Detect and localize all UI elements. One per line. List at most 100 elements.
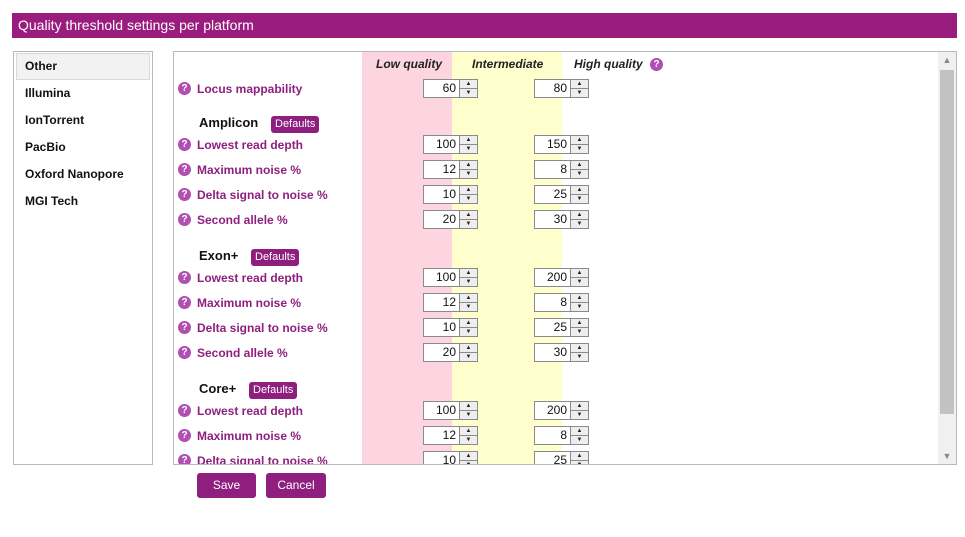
triangle-down-icon[interactable]: ▼ (571, 89, 588, 97)
spinner-arrows[interactable]: ▲ ▼ (571, 426, 589, 445)
triangle-down-icon[interactable]: ▼ (571, 170, 588, 178)
triangle-down-icon[interactable]: ▼ (571, 328, 588, 336)
question-circle-icon[interactable]: ? (178, 454, 191, 464)
platform-item-pacbio[interactable]: PacBio (14, 134, 152, 161)
low-quality-spinner-value[interactable]: 20 (423, 343, 460, 362)
triangle-up-icon[interactable]: ▲ (460, 344, 477, 353)
triangle-down-icon[interactable]: ▼ (571, 303, 588, 311)
triangle-up-icon[interactable]: ▲ (571, 427, 588, 436)
high-quality-spinner[interactable]: 30 ▲ ▼ (534, 210, 589, 229)
triangle-up-icon[interactable]: ▲ (460, 186, 477, 195)
spinner-arrows[interactable]: ▲ ▼ (571, 185, 589, 204)
vertical-scrollbar[interactable]: ▲ ▼ (938, 52, 956, 464)
triangle-up-icon[interactable]: ▲ (571, 136, 588, 145)
cancel-button[interactable]: Cancel (266, 473, 326, 498)
question-circle-icon[interactable]: ? (178, 82, 191, 95)
low-quality-spinner[interactable]: 10 ▲ ▼ (423, 318, 478, 337)
triangle-up-icon[interactable]: ▲ (460, 294, 477, 303)
triangle-down-icon[interactable]: ▼ (460, 328, 477, 336)
spinner-arrows[interactable]: ▲ ▼ (571, 160, 589, 179)
triangle-up-icon[interactable]: ▲ (460, 402, 477, 411)
low-quality-spinner-value[interactable]: 12 (423, 160, 460, 179)
triangle-down-icon[interactable]: ▼ (571, 436, 588, 444)
spinner-arrows[interactable]: ▲ ▼ (571, 135, 589, 154)
high-quality-spinner[interactable]: 8 ▲ ▼ (534, 293, 589, 312)
spinner-arrows[interactable]: ▲ ▼ (460, 185, 478, 204)
low-quality-spinner[interactable]: 12 ▲ ▼ (423, 160, 478, 179)
question-circle-icon[interactable]: ? (178, 138, 191, 151)
triangle-down-icon[interactable]: ▼ (571, 461, 588, 464)
high-quality-spinner-value[interactable]: 8 (534, 160, 571, 179)
high-quality-spinner[interactable]: 8 ▲ ▼ (534, 426, 589, 445)
scroll-down-icon[interactable]: ▼ (938, 448, 956, 464)
low-quality-spinner[interactable]: 20 ▲ ▼ (423, 343, 478, 362)
triangle-down-icon[interactable]: ▼ (460, 436, 477, 444)
spinner-arrows[interactable]: ▲ ▼ (460, 401, 478, 420)
spinner-arrows[interactable]: ▲ ▼ (460, 210, 478, 229)
triangle-down-icon[interactable]: ▼ (460, 303, 477, 311)
high-quality-spinner-value[interactable]: 8 (534, 426, 571, 445)
triangle-down-icon[interactable]: ▼ (460, 170, 477, 178)
triangle-up-icon[interactable]: ▲ (571, 186, 588, 195)
low-quality-spinner-value[interactable]: 100 (423, 268, 460, 287)
spinner-arrows[interactable]: ▲ ▼ (571, 451, 589, 464)
high-quality-spinner-value[interactable]: 200 (534, 268, 571, 287)
high-quality-spinner[interactable]: 8 ▲ ▼ (534, 160, 589, 179)
question-circle-icon[interactable]: ? (178, 321, 191, 334)
low-quality-spinner[interactable]: 60 ▲ ▼ (423, 79, 478, 98)
low-quality-spinner-value[interactable]: 100 (423, 401, 460, 420)
high-quality-spinner[interactable]: 25 ▲ ▼ (534, 185, 589, 204)
low-quality-spinner-value[interactable]: 10 (423, 185, 460, 204)
scroll-thumb[interactable] (940, 70, 954, 414)
spinner-arrows[interactable]: ▲ ▼ (460, 451, 478, 464)
triangle-down-icon[interactable]: ▼ (460, 353, 477, 361)
high-quality-spinner-value[interactable]: 80 (534, 79, 571, 98)
low-quality-spinner[interactable]: 10 ▲ ▼ (423, 185, 478, 204)
spinner-arrows[interactable]: ▲ ▼ (571, 293, 589, 312)
spinner-arrows[interactable]: ▲ ▼ (460, 318, 478, 337)
triangle-up-icon[interactable]: ▲ (571, 269, 588, 278)
defaults-button[interactable]: Defaults (249, 382, 298, 399)
spinner-arrows[interactable]: ▲ ▼ (571, 210, 589, 229)
spinner-arrows[interactable]: ▲ ▼ (571, 268, 589, 287)
triangle-down-icon[interactable]: ▼ (571, 145, 588, 153)
low-quality-spinner-value[interactable]: 10 (423, 451, 460, 464)
high-quality-spinner-value[interactable]: 8 (534, 293, 571, 312)
question-circle-icon[interactable]: ? (178, 188, 191, 201)
spinner-arrows[interactable]: ▲ ▼ (571, 79, 589, 98)
triangle-up-icon[interactable]: ▲ (460, 269, 477, 278)
triangle-up-icon[interactable]: ▲ (571, 161, 588, 170)
triangle-up-icon[interactable]: ▲ (571, 294, 588, 303)
question-circle-icon[interactable]: ? (178, 163, 191, 176)
high-quality-spinner[interactable]: 25 ▲ ▼ (534, 318, 589, 337)
question-circle-icon[interactable]: ? (650, 58, 663, 71)
high-quality-spinner[interactable]: 25 ▲ ▼ (534, 451, 589, 464)
high-quality-spinner-value[interactable]: 30 (534, 343, 571, 362)
question-circle-icon[interactable]: ? (178, 271, 191, 284)
platform-item-illumina[interactable]: Illumina (14, 80, 152, 107)
defaults-button[interactable]: Defaults (251, 249, 300, 266)
triangle-up-icon[interactable]: ▲ (571, 211, 588, 220)
triangle-up-icon[interactable]: ▲ (460, 80, 477, 89)
question-circle-icon[interactable]: ? (178, 213, 191, 226)
triangle-down-icon[interactable]: ▼ (460, 195, 477, 203)
triangle-up-icon[interactable]: ▲ (460, 161, 477, 170)
triangle-up-icon[interactable]: ▲ (460, 211, 477, 220)
triangle-up-icon[interactable]: ▲ (571, 80, 588, 89)
question-circle-icon[interactable]: ? (178, 346, 191, 359)
spinner-arrows[interactable]: ▲ ▼ (571, 318, 589, 337)
triangle-down-icon[interactable]: ▼ (571, 195, 588, 203)
platform-item-other[interactable]: Other (16, 53, 150, 80)
low-quality-spinner-value[interactable]: 60 (423, 79, 460, 98)
question-circle-icon[interactable]: ? (178, 429, 191, 442)
triangle-down-icon[interactable]: ▼ (571, 278, 588, 286)
save-button[interactable]: Save (197, 473, 256, 498)
spinner-arrows[interactable]: ▲ ▼ (571, 343, 589, 362)
triangle-up-icon[interactable]: ▲ (571, 344, 588, 353)
triangle-down-icon[interactable]: ▼ (460, 411, 477, 419)
high-quality-spinner[interactable]: 30 ▲ ▼ (534, 343, 589, 362)
triangle-down-icon[interactable]: ▼ (460, 461, 477, 464)
low-quality-spinner[interactable]: 100 ▲ ▼ (423, 401, 478, 420)
platform-item-mgi-tech[interactable]: MGI Tech (14, 188, 152, 215)
low-quality-spinner[interactable]: 100 ▲ ▼ (423, 135, 478, 154)
